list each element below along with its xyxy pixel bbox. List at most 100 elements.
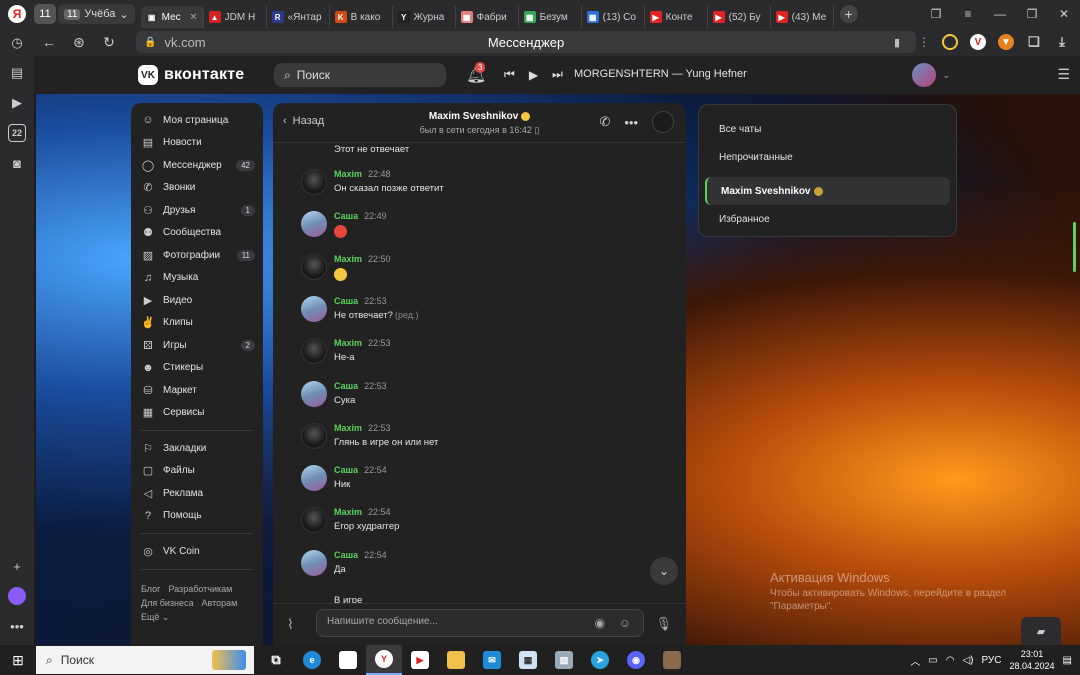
message-list[interactable]: Этот не отвечает Maxim 22:48 Он сказал поз… (273, 143, 686, 606)
footer-link[interactable]: Разработчикам (168, 584, 232, 594)
taskbar-photos[interactable]: ▨ (546, 645, 582, 675)
more-vertical-icon[interactable]: ⋮ (918, 35, 930, 49)
message-row[interactable]: Maxim 22:50 (301, 253, 391, 284)
footer-link[interactable]: Блог (141, 584, 160, 594)
message-author[interactable]: Maxim (334, 423, 362, 433)
filter-favorites[interactable]: Избранное (705, 205, 950, 233)
extension-ring-icon[interactable] (942, 34, 958, 50)
browser-tab[interactable]: ▶ Конте (645, 6, 708, 28)
browser-tab[interactable]: ▶ (43) Ме (771, 6, 834, 28)
start-button[interactable]: ⊞ (0, 645, 36, 675)
browser-tab[interactable]: ▦ (13) Со (582, 6, 645, 28)
menu-item-chat[interactable]: ◯ Мессенджер 42 (131, 154, 263, 177)
message-input[interactable] (327, 616, 577, 627)
avatar[interactable] (301, 169, 327, 195)
screenshot-icon[interactable]: ◙ (8, 154, 26, 172)
avatar[interactable] (301, 549, 327, 576)
more-horizontal-icon[interactable]: ••• (8, 617, 26, 635)
wifi-icon[interactable]: ◠ (946, 655, 955, 666)
back-icon[interactable]: ← (34, 34, 64, 50)
taskbar-video-app[interactable]: ▶ (402, 645, 438, 675)
message-author[interactable]: Саша (334, 296, 358, 306)
close-tab-icon[interactable]: ✕ (189, 12, 197, 23)
phone-icon[interactable]: ✆ (599, 114, 610, 130)
protect-icon[interactable]: ⊛ (64, 34, 94, 51)
url-field[interactable]: 🔒 vk.com Мессенджер ▮ (136, 31, 916, 53)
message-row[interactable]: Саша 22:54 Да (301, 549, 387, 576)
browser-tab[interactable]: ▦ Безум (519, 6, 582, 28)
taskbar-edge[interactable]: e (294, 645, 330, 675)
browser-tab[interactable]: ▲ JDM Н (204, 6, 267, 28)
system-clock[interactable]: 23:01 28.04.2024 (1010, 648, 1055, 672)
task-view-button[interactable]: ⧉ (258, 645, 294, 675)
taskbar-search[interactable]: ⌕ Поиск (36, 646, 254, 674)
taskbar-discord[interactable]: ◉ (618, 645, 654, 675)
menu-item-coin[interactable]: ◎ VK Coin (131, 540, 263, 563)
menu-item-photo[interactable]: ▨ Фотографии 11 (131, 244, 263, 267)
message-row[interactable]: Maxim 22:53 Глянь в игре он или нет (301, 422, 438, 449)
battery-icon[interactable]: ▭ (928, 655, 937, 666)
avatar[interactable] (301, 211, 327, 238)
vk-search[interactable]: ⌕ (274, 63, 446, 87)
extension-fox-icon[interactable]: ▼ (998, 34, 1014, 50)
footer-link[interactable]: Ещё ⌄ (141, 612, 169, 622)
avatar[interactable] (301, 338, 327, 365)
menu-item-file[interactable]: ▢ Файлы (131, 460, 263, 483)
menu-item-music[interactable]: ♫ Музыка (131, 267, 263, 290)
profile-menu[interactable]: ⌄ (912, 63, 950, 87)
tab-counter[interactable]: 11 (34, 4, 56, 24)
microphone-icon[interactable]: 🎙︎ (655, 616, 672, 632)
filter-item[interactable]: Непрочитанные (705, 143, 950, 171)
taskbar-explorer[interactable] (438, 645, 474, 675)
taskbar-mail[interactable]: ✉ (474, 645, 510, 675)
chat-avatar[interactable] (652, 111, 674, 133)
footer-link[interactable]: Авторам (202, 598, 238, 608)
filter-item[interactable]: Все чаты (705, 115, 950, 143)
browser-tab[interactable]: ▣ Мес ✕ (140, 6, 204, 28)
message-author[interactable]: Саша (334, 465, 358, 475)
menu-item-services[interactable]: ▦ Сервисы (131, 402, 263, 425)
avatar[interactable] (301, 422, 327, 449)
message-row[interactable]: Саша 22:54 Ник (301, 465, 387, 492)
taskbar-notepad[interactable] (330, 645, 366, 675)
message-author[interactable]: Саша (334, 381, 358, 391)
collections-icon[interactable]: ❑ (1026, 34, 1042, 50)
now-playing-track[interactable]: MORGENSHTERN — Yung Hefner (574, 68, 747, 80)
extension-vk-icon[interactable]: V (970, 34, 986, 50)
scroll-down-button[interactable]: ⌄ (650, 557, 678, 585)
taskbar-calendar[interactable]: ▦ (510, 645, 546, 675)
notifications-bell[interactable]: 🔔︎ 3 (466, 62, 486, 85)
message-row[interactable]: Саша 22:53 Сука (301, 380, 387, 407)
avatar[interactable] (301, 465, 327, 492)
browser-tab[interactable]: Y Журна (393, 6, 456, 28)
message-author[interactable]: Саша (334, 211, 358, 221)
message-row[interactable]: Саша 22:49 (301, 211, 387, 241)
camera-icon[interactable]: ◉ (595, 616, 605, 630)
reload-icon[interactable]: ↻ (94, 34, 124, 51)
attach-icon[interactable]: ⌇ (287, 616, 294, 633)
yandex-browser-logo[interactable]: Я (0, 0, 34, 28)
avatar[interactable] (301, 295, 327, 322)
menu-item-video[interactable]: ▶ Видео (131, 289, 263, 312)
filter-selected-chat[interactable]: Maxim Sveshnikov (705, 177, 950, 205)
search-input[interactable] (296, 68, 417, 82)
minimize-icon[interactable]: — (984, 7, 1016, 21)
bookmark-icon[interactable]: ▮ (894, 36, 900, 49)
avatar[interactable] (301, 253, 327, 280)
chats-button[interactable]: ▰ (1021, 617, 1061, 645)
previous-track-icon[interactable]: ⏮ (504, 67, 515, 82)
message-row[interactable]: Maxim 22:53 Не-а (301, 338, 391, 365)
message-author[interactable]: Maxim (334, 507, 362, 517)
language-indicator[interactable]: РУС (981, 655, 1001, 666)
lock-icon[interactable]: 🔒 (144, 37, 156, 48)
browser-tab[interactable]: R «Янтар (267, 6, 330, 28)
page-scrollbar[interactable] (1073, 222, 1076, 272)
message-row[interactable]: Maxim 22:48 Он сказал позже ответит (301, 169, 444, 195)
message-author[interactable]: Maxim (334, 169, 362, 179)
tab-group-ucheba[interactable]: 11 Учёба ⌄ (58, 4, 135, 24)
next-track-icon[interactable]: ⏭ (552, 67, 563, 82)
browser-tab[interactable]: KВ како (330, 6, 393, 28)
history-icon[interactable]: ◷ (8, 34, 26, 52)
menu-item-news[interactable]: ▤ Новости (131, 132, 263, 155)
taskbar-telegram[interactable]: ➤ (582, 645, 618, 675)
